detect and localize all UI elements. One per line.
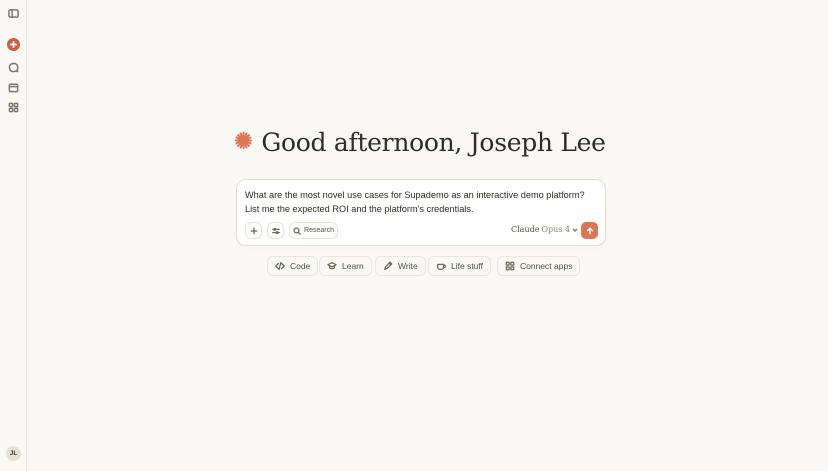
chip-life-stuff[interactable]: Life stuff (428, 256, 491, 276)
chevron-down-icon (572, 227, 578, 232)
prompt-line: What are the most novel use cases for Su… (245, 190, 585, 200)
new-chat-button[interactable] (7, 38, 20, 51)
chip-code[interactable]: Code (267, 256, 319, 276)
projects-button[interactable] (5, 79, 22, 96)
artifacts-button[interactable] (5, 99, 22, 116)
message-composer[interactable]: What are the most novel use cases for Su… (236, 179, 606, 246)
grid-icon (505, 261, 515, 271)
chats-button[interactable] (5, 59, 22, 76)
search-icon (293, 226, 301, 235)
coffee-cup-icon (437, 263, 446, 270)
claude-spark-icon (234, 131, 253, 155)
model-name: Claude (511, 225, 540, 234)
sidebar-toggle-icon (8, 9, 19, 18)
research-label: Research (304, 227, 334, 234)
chip-connect-apps[interactable]: Connect apps (497, 256, 581, 276)
grid-icon (8, 102, 19, 113)
code-icon (275, 262, 285, 270)
tools-button[interactable] (267, 222, 284, 239)
chat-bubble-icon (8, 62, 19, 73)
chip-label: Learn (342, 261, 364, 271)
model-selector[interactable]: Claude Opus 4 (511, 225, 578, 234)
chip-label: Life stuff (451, 261, 483, 271)
send-button[interactable] (581, 222, 598, 239)
pencil-icon (384, 261, 393, 270)
prompt-input[interactable]: What are the most novel use cases for Su… (245, 188, 597, 216)
prompt-line: List me the expected ROI and the platfor… (245, 204, 474, 214)
plus-icon (250, 227, 257, 234)
graduation-cap-icon (327, 262, 337, 270)
chip-label: Connect apps (520, 261, 573, 271)
arrow-up-icon (586, 226, 593, 235)
toggle-sidebar-button[interactable] (5, 5, 22, 22)
sliders-icon (271, 227, 280, 234)
chip-label: Write (398, 261, 418, 271)
chip-write[interactable]: Write (375, 256, 426, 276)
chip-learn[interactable]: Learn (319, 256, 372, 276)
research-button[interactable]: Research (289, 222, 338, 239)
folder-icon (8, 83, 19, 93)
user-avatar[interactable]: JL (6, 446, 21, 461)
sidebar: JL (0, 0, 27, 471)
greeting: Good afternoon, Joseph Lee (0, 128, 828, 157)
plus-icon (10, 41, 17, 48)
greeting-text: Good afternoon, Joseph Lee (261, 128, 606, 157)
attach-button[interactable] (245, 222, 262, 239)
app-root: JL Good afternoon, Joseph Lee What are t… (0, 0, 828, 471)
model-version: Opus 4 (541, 225, 571, 234)
chip-label: Code (290, 261, 311, 271)
